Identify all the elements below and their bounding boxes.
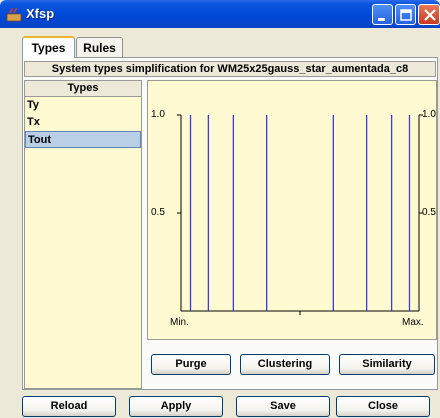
close-icon bbox=[424, 9, 436, 21]
types-list[interactable]: Ty Tx Tout bbox=[24, 97, 142, 389]
list-item-tx[interactable]: Tx bbox=[25, 114, 141, 131]
reload-button[interactable]: Reload bbox=[22, 396, 116, 417]
close-button[interactable]: Close bbox=[336, 396, 430, 417]
types-list-header: Types bbox=[24, 80, 142, 97]
y-tick-label-1-left: 1.0 bbox=[151, 109, 165, 120]
save-button[interactable]: Save bbox=[236, 396, 330, 417]
list-item-ty[interactable]: Ty bbox=[25, 97, 141, 114]
list-item-tout[interactable]: Tout bbox=[25, 131, 141, 148]
xfsp-window: Xfsp Types Rules System types simplifica… bbox=[0, 0, 440, 418]
membership-plot: 1.0 0.5 1.0 0.5 Min. Max. bbox=[147, 80, 437, 340]
maximize-icon bbox=[400, 9, 412, 21]
similarity-button[interactable]: Similarity bbox=[339, 354, 435, 375]
y-tick-label-05-left: 0.5 bbox=[151, 207, 165, 218]
apply-button[interactable]: Apply bbox=[129, 396, 223, 417]
x-max-label: Max. bbox=[402, 317, 424, 328]
clustering-button[interactable]: Clustering bbox=[240, 354, 330, 375]
title-bar[interactable]: Xfsp bbox=[0, 0, 440, 28]
types-tab-panel: System types simplification for WM25x25g… bbox=[22, 57, 438, 390]
tab-rules[interactable]: Rules bbox=[76, 37, 123, 57]
java-app-icon bbox=[6, 7, 22, 22]
window-title: Xfsp bbox=[26, 6, 55, 21]
maximize-button[interactable] bbox=[395, 4, 416, 25]
minimize-button[interactable] bbox=[372, 4, 393, 25]
tab-types[interactable]: Types bbox=[22, 36, 75, 58]
minimize-icon bbox=[378, 18, 385, 21]
purge-button[interactable]: Purge bbox=[151, 354, 231, 375]
close-window-button[interactable] bbox=[418, 4, 440, 25]
membership-plot-canvas bbox=[177, 114, 423, 315]
x-min-label: Min. bbox=[170, 317, 189, 328]
membership-lines bbox=[189, 115, 411, 311]
y-tick-label-05-right: 0.5 bbox=[422, 207, 436, 218]
y-tick-label-1-right: 1.0 bbox=[422, 109, 436, 120]
panel-subtitle: System types simplification for WM25x25g… bbox=[24, 61, 436, 77]
